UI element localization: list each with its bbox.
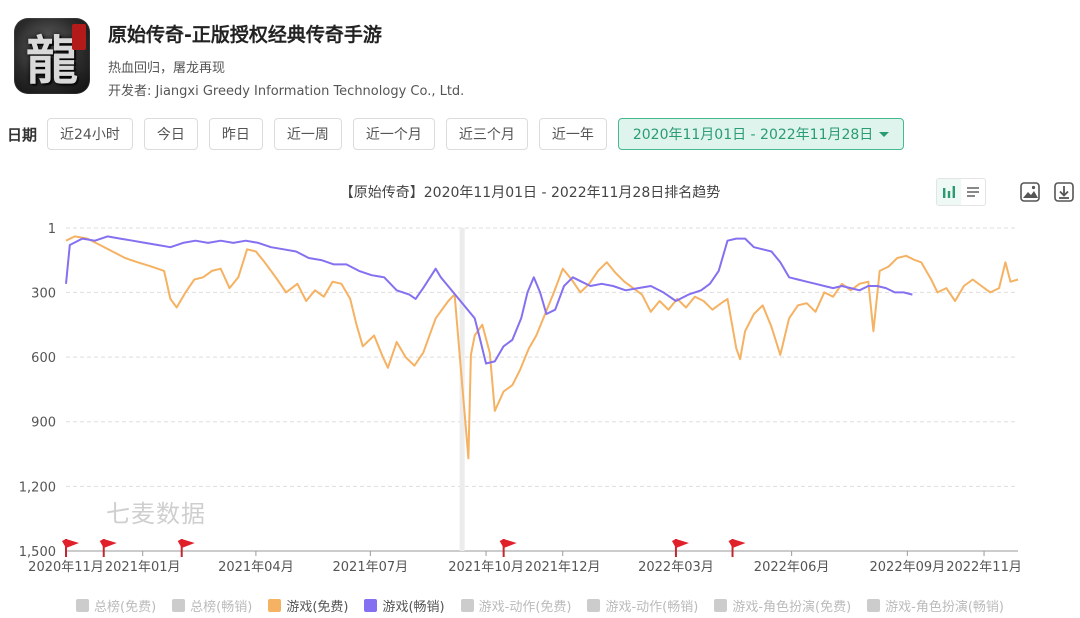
legend-label: 游戏(免费): [286, 600, 349, 615]
chart-legend: 总榜(免费) 总榜(畅销) 游戏(免费) 游戏(畅销) 游戏-动作(免费) 游戏-动作(畅…: [0, 596, 1080, 615]
legend-item[interactable]: 游戏(畅销): [364, 596, 445, 615]
legend-item[interactable]: 游戏-角色扮演(免费): [714, 596, 851, 615]
legend-label: 游戏-动作(畅销): [605, 600, 699, 615]
watermark: 七麦数据: [106, 500, 206, 528]
y-tick-label: 600: [31, 351, 56, 366]
flag-icon: [62, 539, 79, 557]
x-tick-label: 2021年01月: [105, 560, 181, 575]
x-tick-label: 2021年07月: [333, 560, 409, 575]
legend-label: 总榜(免费): [94, 600, 157, 615]
y-tick-label: 1,500: [19, 545, 56, 560]
legend-swatch: [268, 599, 282, 612]
flag-icon: [99, 539, 117, 557]
series-line: [65, 235, 1019, 460]
legend-swatch: [867, 599, 881, 612]
x-tick-label: 2021年04月: [218, 560, 294, 575]
legend-swatch: [460, 599, 474, 612]
legend-swatch: [76, 599, 89, 612]
y-axis: 1 300 600 900 1,200 1,500: [19, 222, 56, 560]
x-tick-label: 2020年11月: [28, 560, 104, 575]
x-axis: 2020年11月 2021年01月 2021年04月 2021年07月 2021年10月…: [28, 551, 1022, 575]
legend-swatch: [714, 599, 728, 612]
legend-item[interactable]: 游戏-角色扮演(畅销): [867, 596, 1004, 615]
y-tick-label: 1: [48, 222, 56, 237]
legend-label: 游戏-动作(免费): [478, 600, 572, 615]
legend-item[interactable]: 游戏(免费): [268, 596, 348, 615]
legend-label: 游戏-角色扮演(免费): [732, 600, 852, 615]
y-tick-label: 300: [31, 286, 56, 301]
legend-swatch: [172, 599, 186, 612]
series-lines: [65, 235, 1019, 460]
y-tick-label: 900: [31, 416, 56, 431]
chart-grid: [66, 227, 1018, 552]
flag-icon: [728, 539, 746, 557]
legend-swatch: [587, 599, 601, 612]
x-tick-label: 2022年03月: [638, 560, 714, 575]
legend-swatch: [364, 599, 378, 612]
legend-item[interactable]: 总榜(畅销): [172, 596, 252, 615]
series-line: [65, 235, 913, 365]
flag-icon: [499, 539, 517, 557]
flag-icon: [671, 539, 689, 557]
legend-item[interactable]: 游戏-动作(免费): [460, 596, 572, 615]
legend-label: 总榜(畅销): [190, 600, 253, 615]
x-tick-label: 2021年12月: [525, 560, 601, 575]
legend-item[interactable]: 游戏-动作(畅销): [587, 596, 698, 615]
legend-item[interactable]: 总榜(免费): [76, 596, 156, 615]
x-tick-label: 2022年06月: [754, 560, 830, 575]
y-tick-label: 1,200: [19, 480, 56, 495]
x-tick-label: 2022年11月: [946, 560, 1022, 575]
flag-icon: [177, 539, 195, 557]
event-flags: [62, 539, 746, 557]
x-tick-label: 2022年09月: [870, 560, 946, 575]
legend-label: 游戏(畅销): [382, 600, 445, 615]
x-tick-label: 2021年10月: [448, 560, 524, 575]
legend-label: 游戏-角色扮演(畅销): [885, 600, 1004, 615]
